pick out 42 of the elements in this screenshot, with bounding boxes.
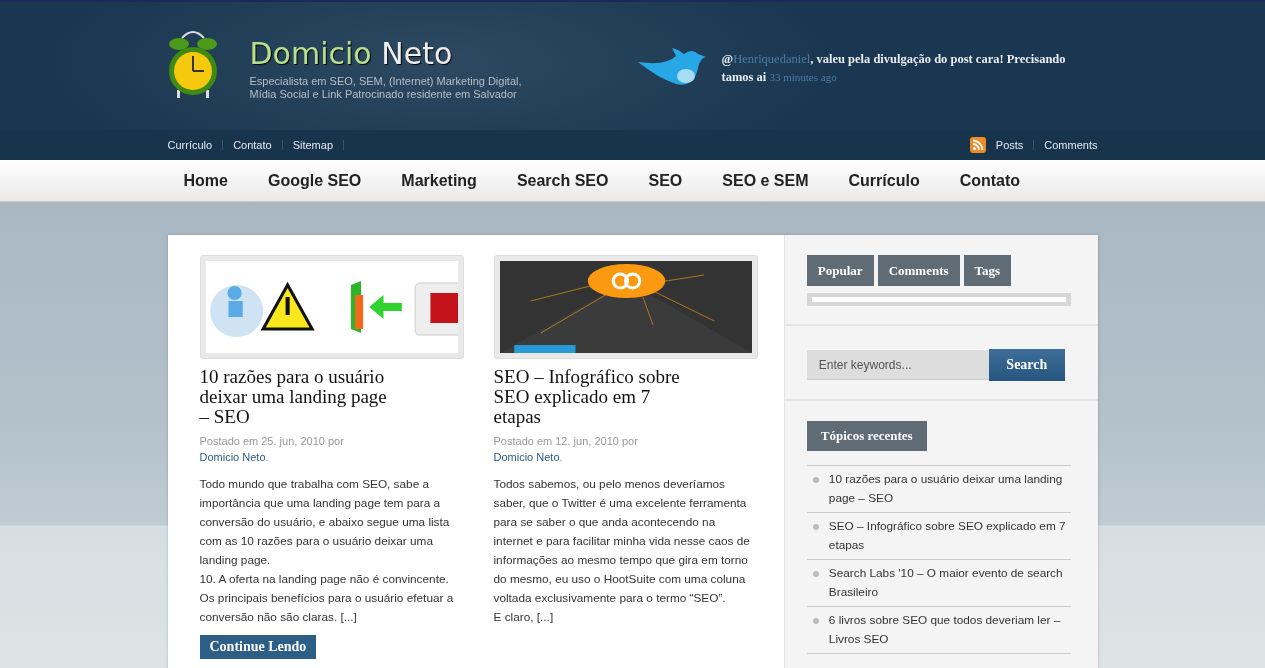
post-excerpt: E claro, [...] xyxy=(493,609,555,626)
author-link[interactable]: Domicio Neto xyxy=(199,451,266,463)
site-title[interactable]: Domicio Neto xyxy=(249,36,540,71)
feed-link[interactable]: Posts xyxy=(995,139,1024,151)
sidebar-tab[interactable]: Popular xyxy=(806,255,874,286)
sidebar-tab[interactable]: Comments xyxy=(877,255,960,286)
sidebar-tab[interactable]: Tags xyxy=(963,255,1012,286)
top-link[interactable]: Contato xyxy=(233,139,272,151)
post-title[interactable]: SEO – Infográfico sobre SEO explicado em 7 etapas xyxy=(493,367,692,427)
bullet-icon xyxy=(812,618,819,624)
post-meta: Postado em 25. jun, 2010 por Domicio Neto. xyxy=(199,434,345,465)
feed-link[interactable]: Comments xyxy=(1044,139,1098,151)
post-excerpt: Todos sabemos, ou pelo menos deveríamos saber, que o Twitter é uma excelente ferramenta para se saber o que anda acontecendo na internet e para facilitar minha vida nesse caos de informações ao mesmo tempo que gira em torno do mesmo, eu uso o HootSuite com uma coluna voltada exclusivamente para o termo “SEO”. xyxy=(493,476,751,607)
nav-item[interactable]: Google SEO xyxy=(267,171,382,190)
nav-item[interactable]: SEO xyxy=(648,171,703,190)
nav-item[interactable]: Currículo xyxy=(848,171,940,190)
recent-post-link[interactable]: SEO – Infográfico sobre SEO explicado em 7 etapas xyxy=(828,517,1071,555)
site-tagline: Especialista em SEO, SEM, (Internet) Marketing Digital, Mídia Social e Link Patrocinado residente em Salvador xyxy=(249,75,523,101)
top-link[interactable]: Sitemap xyxy=(292,139,333,151)
nav-item[interactable]: Contato xyxy=(959,171,1041,190)
continue-reading-button[interactable]: Continue Lendo xyxy=(199,635,317,659)
bullet-icon xyxy=(812,524,819,530)
nav-item[interactable]: SEO e SEM xyxy=(722,171,829,190)
post-excerpt: Todo mundo que trabalha com SEO, sabe a importância que uma landing page tem para a conversão do usuário, e abaixo segue uma lista com as 10 razões para o usuário deixar uma landing page. xyxy=(199,476,451,569)
recent-post-link[interactable]: 6 livros sobre SEO que todos deveriam ler – Livros SEO xyxy=(828,611,1071,649)
search-button[interactable]: Search xyxy=(988,349,1065,381)
top-link[interactable]: Currículo xyxy=(167,139,213,151)
tweet-text: @Henriquedaniel, valeu pela divulgação do post cara! Precisando tamos ai 33 minutes ago xyxy=(721,51,1067,86)
bullet-icon xyxy=(812,477,819,483)
nav-item[interactable]: Search SEO xyxy=(516,171,629,190)
bullet-icon xyxy=(812,571,819,577)
rss-icon[interactable] xyxy=(969,137,986,153)
search-field[interactable]: Enter keywords... xyxy=(806,349,989,380)
recent-post-link[interactable]: Search Labs '10 – O maior evento de search Brasileiro xyxy=(828,564,1071,602)
section-heading: Tópicos recentes xyxy=(806,421,927,451)
nav-item[interactable]: Home xyxy=(183,171,248,190)
post-title[interactable]: 10 razões para o usuário deixar uma landing page – SEO xyxy=(199,367,398,427)
post-excerpt: 10. A oferta na landing page não é convincente. Os principais benefícios para o usuário efetuar a conversão não são claras. [...] xyxy=(199,571,455,626)
author-link[interactable]: Domicio Neto xyxy=(493,451,560,463)
nav-item[interactable]: Marketing xyxy=(401,171,497,190)
recent-post-link[interactable]: 10 razões para o usuário deixar uma landing page – SEO xyxy=(828,470,1071,508)
post-meta: Postado em 12. jun, 2010 por Domicio Neto. xyxy=(493,434,639,465)
